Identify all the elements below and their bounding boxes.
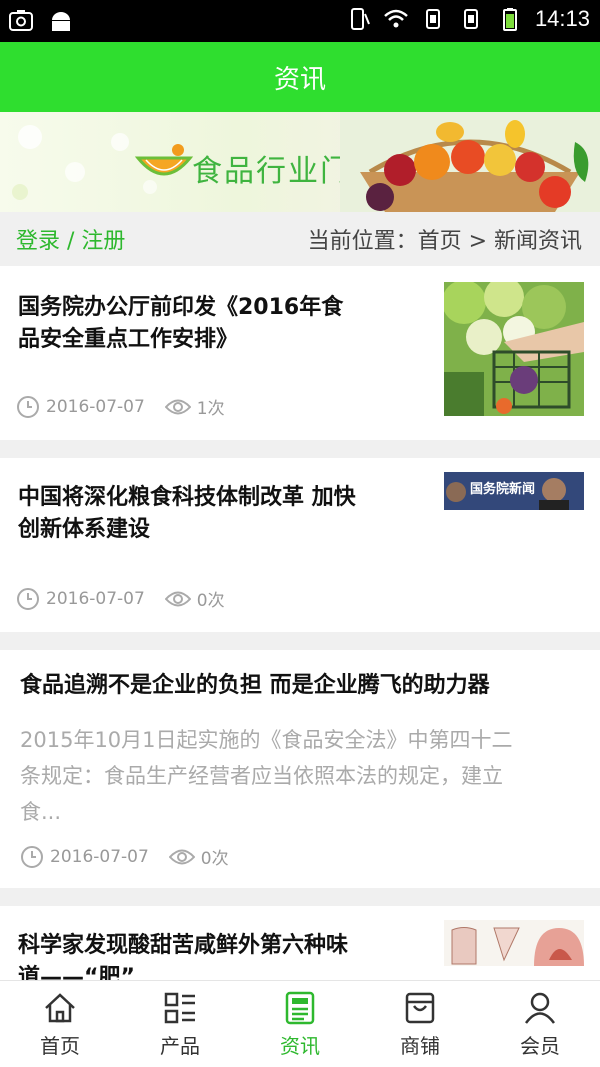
status-bar: 14:13 [0, 0, 600, 42]
news-date: 2016-07-07 [46, 396, 145, 417]
news-icon [285, 991, 315, 1024]
news-summary-line: 条规定：食品生产经营者应当依照本法的规定，建立 [20, 764, 503, 788]
eye-icon [164, 399, 191, 414]
news-title-line: 创新体系建设 [18, 517, 151, 542]
news-title[interactable]: 科学家发现酸甜苦咸鲜外第六种味 道——“肥” [18, 930, 418, 980]
nav-label: 首页 [40, 1033, 80, 1058]
breadcrumb: 当前位置：首页 > 新闻资讯 [307, 229, 582, 254]
news-thumbnail[interactable] [444, 282, 584, 416]
shop-icon [405, 992, 435, 1023]
news-item[interactable]: 食品追溯不是企业的负担 而是企业腾飞的助力器 2015年10月1日起实施的《食品… [0, 650, 600, 888]
sim2-signal-icon [463, 9, 478, 29]
news-title-line: 国务院办公厅前印发《2016年食 [18, 295, 344, 320]
nav-label: 会员 [520, 1033, 560, 1058]
clock-icon [17, 587, 39, 610]
news-date: 2016-07-07 [46, 588, 145, 609]
user-icon [524, 992, 556, 1024]
wifi-icon [384, 9, 408, 28]
banner[interactable]: 食品行业门户 [0, 112, 600, 212]
news-item[interactable]: 科学家发现酸甜苦咸鲜外第六种味 道——“肥” [0, 906, 600, 980]
app-header: 资讯 [0, 42, 600, 112]
news-meta: 2016-07-07 1次 [16, 394, 225, 419]
news-meta: 2016-07-07 0次 [20, 844, 229, 869]
clock-icon [21, 845, 43, 868]
news-summary-line: 食... [20, 800, 62, 824]
news-title-line: 道——“肥” [18, 965, 135, 980]
news-thumbnail[interactable]: 国务院新闻 [444, 472, 584, 510]
nav-shop[interactable]: 商铺 [360, 981, 480, 1067]
eye-icon [164, 591, 191, 606]
sim1-signal-icon [425, 9, 440, 29]
nav-home[interactable]: 首页 [0, 981, 120, 1067]
bottom-nav: 首页 产品 资讯 商铺 会员 [0, 980, 600, 1067]
news-summary-line: 2015年10月1日起实施的《食品安全法》中第四十二 [20, 728, 513, 752]
nav-label: 产品 [160, 1033, 200, 1058]
news-date: 2016-07-07 [50, 846, 149, 867]
nav-news[interactable]: 资讯 [240, 981, 360, 1067]
status-time: 14:13 [534, 6, 590, 31]
tongue-anatomy-image [444, 920, 584, 966]
fruit-basket-image [340, 112, 600, 212]
news-title-line: 食品追溯不是企业的负担 而是企业腾飞的助力器 [20, 673, 490, 698]
login-register-link[interactable]: 登录 / 注册 [16, 223, 125, 255]
orange-slice-logo [134, 144, 194, 176]
news-thumbnail[interactable] [444, 920, 584, 966]
news-title-line: 科学家发现酸甜苦咸鲜外第六种味 [18, 933, 349, 958]
home-icon [45, 992, 75, 1022]
nav-member[interactable]: 会员 [480, 981, 600, 1067]
news-title-line: 品安全重点工作安排》 [18, 327, 239, 352]
grid-list-icon [164, 992, 195, 1023]
android-icon [52, 12, 70, 31]
vegetable-market-image [444, 282, 584, 416]
breadcrumb-bar: 登录 / 注册 当前位置：首页 > 新闻资讯 [0, 212, 600, 266]
thumbnail-caption: 国务院新闻 [470, 482, 536, 497]
clock-icon [17, 395, 39, 418]
news-item[interactable]: 中国将深化粮食科技体制改革 加快 创新体系建设 国务院新闻 2016-07-07… [0, 458, 600, 632]
news-title-line: 中国将深化粮食科技体制改革 加快 [18, 485, 356, 510]
news-views: 0次 [196, 591, 225, 611]
news-title[interactable]: 国务院办公厅前印发《2016年食 品安全重点工作安排》 [18, 292, 418, 356]
eye-icon [168, 849, 195, 864]
nav-products[interactable]: 产品 [120, 981, 240, 1067]
news-title[interactable]: 食品追溯不是企业的负担 而是企业腾飞的助力器 [20, 670, 580, 702]
news-views: 1次 [196, 399, 225, 419]
news-summary: 2015年10月1日起实施的《食品安全法》中第四十二 条规定：食品生产经营者应当… [20, 722, 580, 830]
battery-icon [502, 8, 517, 31]
news-title[interactable]: 中国将深化粮食科技体制改革 加快 创新体系建设 [18, 482, 418, 546]
nav-label: 资讯 [280, 1033, 320, 1058]
news-views: 0次 [200, 849, 229, 869]
nav-label: 商铺 [400, 1033, 440, 1058]
vibrate-icon [350, 8, 370, 30]
screenshot-icon [9, 10, 33, 31]
news-item[interactable]: 国务院办公厅前印发《2016年食 品安全重点工作安排》 2016-07-07 1… [0, 266, 600, 440]
news-meta: 2016-07-07 0次 [16, 586, 225, 611]
page-title: 资讯 [273, 64, 326, 95]
